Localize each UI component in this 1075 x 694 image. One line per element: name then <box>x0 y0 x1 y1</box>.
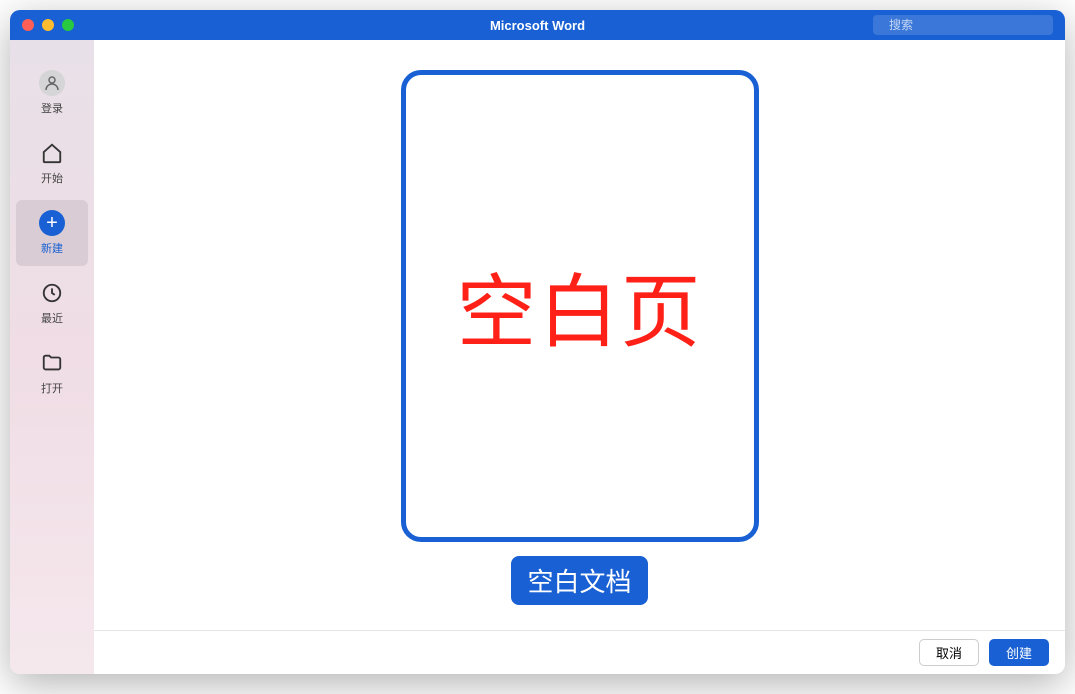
plus-icon: + <box>39 210 65 236</box>
sidebar-item-label: 打开 <box>41 380 63 396</box>
search-box[interactable] <box>873 15 1053 35</box>
app-window: Microsoft Word 登录 <box>10 10 1065 674</box>
minimize-window-button[interactable] <box>42 19 54 31</box>
sidebar: 登录 开始 + 新建 <box>10 40 94 674</box>
cancel-button[interactable]: 取消 <box>919 639 979 666</box>
bottom-bar: 取消 创建 <box>94 630 1065 674</box>
clock-icon <box>39 280 65 306</box>
window-controls <box>22 19 74 31</box>
search-input[interactable] <box>889 18 1044 32</box>
sidebar-item-login[interactable]: 登录 <box>16 60 88 126</box>
sidebar-item-open[interactable]: 打开 <box>16 340 88 406</box>
home-icon <box>39 140 65 166</box>
template-label: 空白文档 <box>511 556 647 605</box>
sidebar-item-label: 新建 <box>41 240 63 256</box>
sidebar-item-label: 开始 <box>41 170 63 186</box>
sidebar-item-new[interactable]: + 新建 <box>16 200 88 266</box>
preview-text: 空白页 <box>457 248 703 364</box>
body-area: 登录 开始 + 新建 <box>10 40 1065 674</box>
app-title: Microsoft Word <box>490 18 585 33</box>
close-window-button[interactable] <box>22 19 34 31</box>
template-blank-preview[interactable]: 空白页 <box>401 70 759 542</box>
titlebar: Microsoft Word <box>10 10 1065 40</box>
sidebar-item-recent[interactable]: 最近 <box>16 270 88 336</box>
maximize-window-button[interactable] <box>62 19 74 31</box>
folder-icon <box>39 350 65 376</box>
main-content: 空白页 空白文档 取消 创建 <box>94 40 1065 674</box>
template-area: 空白页 空白文档 <box>94 40 1065 630</box>
sidebar-item-home[interactable]: 开始 <box>16 130 88 196</box>
user-icon <box>39 70 65 96</box>
create-button[interactable]: 创建 <box>989 639 1049 666</box>
sidebar-item-label: 最近 <box>41 310 63 326</box>
sidebar-item-label: 登录 <box>41 100 63 116</box>
